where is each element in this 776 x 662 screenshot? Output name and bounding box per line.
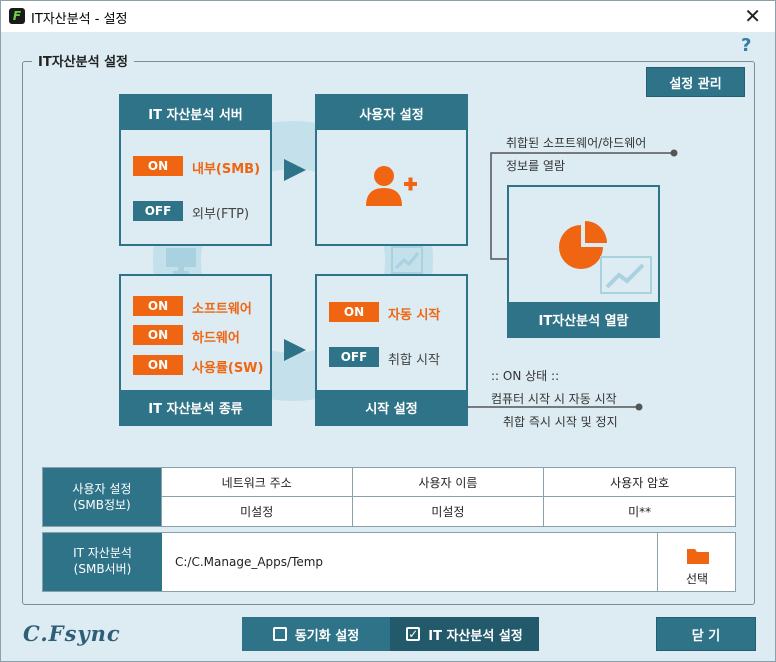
label-collect-start: 취합 시작: [388, 353, 440, 368]
chart-watermark-icon: [391, 246, 423, 274]
column-header-user-password: 사용자 암호: [543, 467, 736, 497]
toggle-software[interactable]: ON: [133, 296, 183, 316]
view-note-line2: 정보를 열람: [506, 159, 566, 173]
start-box-footer: 시작 설정: [317, 390, 466, 424]
start-settings-box: ON 자동 시작 OFF 취합 시작 시작 설정: [315, 274, 468, 426]
settings-window: F IT자산분석 - 설정 ✕ IT자산분석 설정 ? 설정 관리 IT 자산분…: [0, 0, 776, 662]
close-window-button[interactable]: ✕: [744, 4, 761, 28]
help-icon[interactable]: ?: [741, 35, 751, 56]
user-settings-box[interactable]: 사용자 설정: [315, 94, 468, 246]
toggle-auto-start[interactable]: ON: [329, 302, 379, 322]
toggle-collect-start[interactable]: OFF: [329, 347, 379, 367]
asset-type-box: ON 소프트웨어 ON 하드웨어 ON 사용률(SW) IT 자산분석 종류: [119, 274, 272, 426]
toggle-smb[interactable]: ON: [133, 156, 183, 176]
view-note-line1: 취합된 소프트웨어/하드웨어: [506, 136, 647, 150]
on-state-line1: 컴퓨터 시작 시 자동 시작: [491, 392, 617, 406]
select-folder-label: 선택: [685, 572, 709, 586]
app-icon: F: [9, 8, 25, 24]
toggle-usage[interactable]: ON: [133, 355, 183, 375]
arrow-right-icon: [284, 159, 306, 181]
checkbox-checked-icon: ✓: [406, 627, 421, 641]
column-header-network-address: 네트워크 주소: [160, 467, 353, 497]
server-path-row: IT 자산분석 (SMB서버) C:/C.Manage_Apps/Temp 선택: [42, 532, 736, 592]
label-ftp: 외부(FTP): [192, 207, 250, 222]
user-box-title: 사용자 설정: [317, 96, 466, 130]
select-folder-button[interactable]: 선택: [657, 533, 736, 591]
group-title: IT자산분석 설정: [32, 51, 134, 70]
asset-type-box-footer: IT 자산분석 종류: [121, 390, 270, 424]
monitor-watermark-icon: [166, 248, 196, 274]
server-path-head: IT 자산분석 (SMB서버): [43, 533, 162, 591]
toggle-hardware[interactable]: ON: [133, 325, 183, 345]
smb-table-row-head: 사용자 설정 (SMB정보): [42, 467, 162, 527]
folder-icon: [687, 549, 709, 564]
close-button[interactable]: 닫 기: [656, 617, 756, 651]
title-bar: F IT자산분석 - 설정 ✕: [1, 1, 775, 32]
server-box: IT 자산분석 서버 ON 내부(SMB) OFF 외부(FTP): [119, 94, 272, 246]
window-title: IT자산분석 - 설정: [31, 12, 128, 27]
column-header-user-name: 사용자 이름: [351, 467, 545, 497]
smb-info-table: 사용자 설정 (SMB정보) 네트워크 주소 사용자 이름 사용자 암호 미설정 …: [42, 467, 736, 527]
value-user-password[interactable]: 미**: [543, 496, 736, 527]
manage-settings-button[interactable]: 설정 관리: [646, 67, 745, 97]
close-icon: ✕: [744, 4, 761, 28]
value-network-address[interactable]: 미설정: [160, 496, 353, 527]
brand-logo: C.Fsync: [23, 621, 121, 646]
tab-asset-analysis-settings[interactable]: ✓ IT 자산분석 설정: [390, 617, 539, 651]
label-auto-start: 자동 시작: [388, 308, 441, 323]
label-usage: 사용률(SW): [192, 361, 264, 376]
tab-sync-settings[interactable]: 동기화 설정: [242, 617, 390, 651]
server-box-title: IT 자산분석 서버: [121, 96, 270, 130]
on-state-title: :: ON 상태 ::: [491, 369, 560, 383]
checkbox-unchecked-icon: [272, 627, 287, 641]
arrow-right-icon: [284, 339, 306, 361]
label-hardware: 하드웨어: [192, 331, 240, 346]
on-state-line2: 취합 즉시 시작 및 정지: [503, 415, 618, 429]
label-software: 소프트웨어: [192, 302, 252, 317]
value-user-name[interactable]: 미설정: [351, 496, 545, 527]
tab-asset-analysis-label: IT 자산분석 설정: [428, 628, 523, 644]
toggle-ftp[interactable]: OFF: [133, 201, 183, 221]
tab-sync-settings-label: 동기화 설정: [294, 628, 360, 644]
view-box-footer: IT자산분석 열람: [509, 302, 658, 336]
server-path-value[interactable]: C:/C.Manage_Apps/Temp: [175, 555, 323, 569]
label-smb: 내부(SMB): [192, 162, 261, 177]
add-user-icon: [366, 166, 417, 206]
